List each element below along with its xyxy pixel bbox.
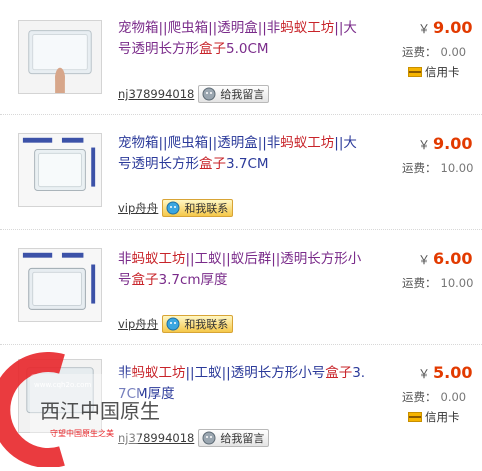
title-segment: 宠物箱||爬虫箱||透明盒||非: [118, 135, 281, 151]
title-segment: 3.7CM: [226, 156, 269, 172]
title-segment: 蚂蚁工坊: [280, 20, 335, 36]
product-thumbnail[interactable]: [18, 359, 102, 433]
product-thumbnail[interactable]: [18, 133, 102, 207]
title-segment: 5.0CM: [226, 41, 269, 57]
contact-seller-label: 和我联系: [184, 202, 229, 215]
leave-message-label: 给我留言: [220, 432, 265, 445]
title-segment: 蚂蚁工坊: [280, 135, 335, 151]
shipping-value: 0.00: [440, 390, 467, 404]
title-segment: 蚂蚁工坊: [131, 365, 186, 381]
currency-symbol: ￥: [418, 367, 431, 381]
price-value: 9.00: [433, 18, 473, 37]
shipping-label: 运费：: [402, 161, 437, 175]
seller-info: vip舟舟 和我联系: [118, 315, 234, 333]
shipping-fee: 运费： 0.00: [402, 44, 478, 60]
currency-symbol: ￥: [418, 22, 431, 36]
currency-symbol: ￥: [418, 253, 431, 267]
credit-card-badge: 信用卡: [408, 409, 460, 425]
price: ￥ 9.00: [418, 18, 478, 37]
chat-icon: [164, 200, 182, 216]
shipping-value: 10.00: [440, 161, 474, 175]
seller-info: nj378994018 给我留言: [118, 429, 270, 447]
listing-row: 宠物箱||爬虫箱||透明盒||非蚂蚁工坊||大号透明长方形盒子3.7CM vip…: [0, 115, 482, 230]
price-value: 5.00: [433, 363, 473, 382]
message-icon: [200, 86, 218, 102]
title-segment: 蚂蚁工坊: [131, 251, 186, 267]
title-segment: 盒子: [325, 365, 353, 381]
credit-card-icon: [408, 67, 422, 77]
title-segment: 盒子: [199, 41, 226, 57]
shipping-fee: 运费： 10.00: [402, 275, 478, 291]
shipping-label: 运费：: [402, 390, 437, 404]
product-thumbnail[interactable]: [18, 248, 102, 322]
shipping-value: 10.00: [440, 276, 474, 290]
leave-message-button[interactable]: 给我留言: [198, 85, 270, 103]
price: ￥ 9.00: [418, 134, 478, 153]
seller-info: nj378994018 给我留言: [118, 85, 270, 103]
contact-seller-label: 和我联系: [184, 318, 229, 331]
leave-message-button[interactable]: 给我留言: [198, 429, 270, 447]
product-title-text[interactable]: 宠物箱||爬虫箱||透明盒||非蚂蚁工坊||大号透明长方形盒子5.0CM: [118, 20, 357, 57]
contact-seller-button[interactable]: 和我联系: [162, 315, 234, 333]
credit-card-icon: [408, 412, 422, 422]
credit-card-label: 信用卡: [425, 410, 460, 424]
leave-message-label: 给我留言: [220, 88, 265, 101]
price: ￥ 5.00: [418, 363, 478, 382]
product-title-link[interactable]: 非蚂蚁工坊||工蚁||透明长方形小号盒子3.7CM厚度: [118, 363, 368, 405]
seller-info: vip舟舟 和我联系: [118, 199, 234, 217]
price-value: 9.00: [433, 134, 473, 153]
product-title-link[interactable]: 非蚂蚁工坊||工蚁||蚁后群||透明长方形小号盒子3.7cm厚度: [118, 249, 368, 291]
currency-symbol: ￥: [418, 138, 431, 152]
shipping-value: 0.00: [440, 45, 467, 59]
product-title-link[interactable]: 宠物箱||爬虫箱||透明盒||非蚂蚁工坊||大号透明长方形盒子3.7CM: [118, 133, 368, 175]
shipping-label: 运费：: [402, 276, 437, 290]
title-segment: 宠物箱||爬虫箱||透明盒||非: [118, 20, 281, 36]
product-thumbnail[interactable]: [18, 20, 102, 94]
product-title-text[interactable]: 宠物箱||爬虫箱||透明盒||非蚂蚁工坊||大号透明长方形盒子3.7CM: [118, 135, 357, 172]
listing-row: 宠物箱||爬虫箱||透明盒||非蚂蚁工坊||大号透明长方形盒子5.0CM nj3…: [0, 0, 482, 115]
seller-name[interactable]: nj378994018: [118, 87, 194, 101]
product-title-text[interactable]: 非蚂蚁工坊||工蚁||蚁后群||透明长方形小号盒子3.7cm厚度: [118, 251, 361, 288]
seller-name[interactable]: vip舟舟: [118, 200, 158, 216]
listing-row: 非蚂蚁工坊||工蚁||透明长方形小号盒子3.7CM厚度 nj378994018 …: [0, 345, 482, 467]
title-segment: 盒子: [131, 272, 159, 288]
contact-seller-button[interactable]: 和我联系: [162, 199, 234, 217]
title-segment: 盒子: [199, 156, 226, 172]
chat-icon: [164, 316, 182, 332]
title-segment: ||工蚁||透明长方形小号: [185, 365, 326, 381]
message-icon: [200, 430, 218, 446]
credit-card-label: 信用卡: [425, 65, 460, 79]
product-title-text[interactable]: 非蚂蚁工坊||工蚁||透明长方形小号盒子3.7CM厚度: [118, 365, 365, 402]
title-segment: 非: [118, 365, 132, 381]
credit-card-badge: 信用卡: [408, 64, 460, 80]
shipping-fee: 运费： 0.00: [402, 389, 478, 405]
seller-name[interactable]: vip舟舟: [118, 316, 158, 332]
price-value: 6.00: [433, 249, 473, 268]
title-segment: 3.7cm厚度: [158, 272, 228, 288]
title-segment: 非: [118, 251, 132, 267]
shipping-label: 运费：: [402, 45, 437, 59]
seller-name[interactable]: nj378994018: [118, 431, 194, 445]
listing-row: 非蚂蚁工坊||工蚁||蚁后群||透明长方形小号盒子3.7cm厚度 vip舟舟 和…: [0, 230, 482, 345]
price: ￥ 6.00: [418, 249, 478, 268]
shipping-fee: 运费： 10.00: [402, 160, 478, 176]
product-title-link[interactable]: 宠物箱||爬虫箱||透明盒||非蚂蚁工坊||大号透明长方形盒子5.0CM: [118, 18, 368, 60]
